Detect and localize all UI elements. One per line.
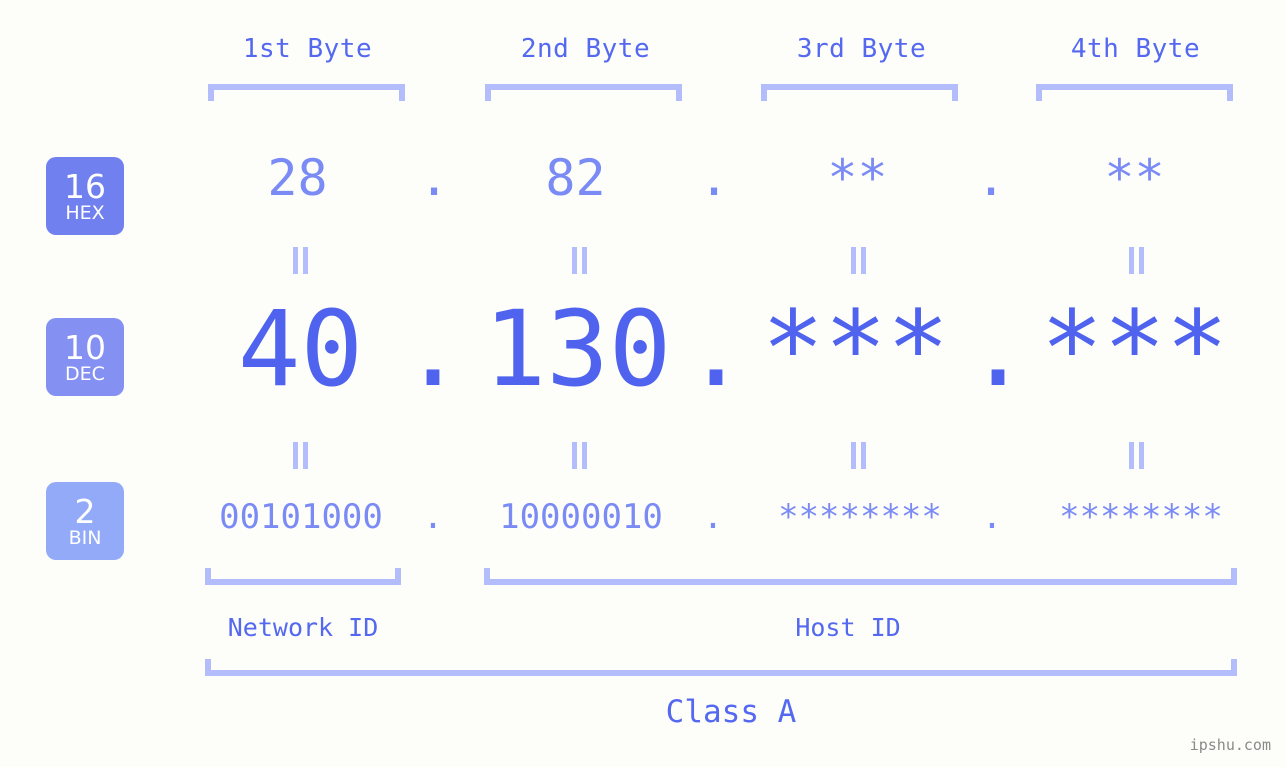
byte-header-1: 1st Byte (242, 34, 373, 64)
base-badge-hex-number: 16 (64, 166, 106, 206)
dec-octet-1: 40 (237, 288, 364, 410)
class-bracket (205, 659, 1237, 676)
bin-octet-1: 00101000 (219, 497, 383, 537)
hex-separator-2: . (698, 149, 730, 207)
hex-octet-2: 82 (545, 149, 606, 207)
watermark: ipshu.com (1189, 736, 1271, 754)
equals-icon-dec-bin-2 (571, 442, 589, 469)
base-badge-dec-number: 10 (64, 327, 106, 367)
byte-bracket-4 (1036, 84, 1233, 101)
dec-octet-3: *** (761, 288, 950, 410)
base-badge-bin[interactable]: 2 BIN (46, 482, 124, 560)
equals-icon-hex-dec-4 (1128, 247, 1146, 274)
host-id-label: Host ID (795, 613, 901, 642)
byte-header-4: 4th Byte (1070, 34, 1201, 64)
base-badge-bin-label: BIN (68, 526, 102, 549)
base-badge-dec[interactable]: 10 DEC (46, 318, 124, 396)
bin-separator-1: . (422, 497, 444, 537)
equals-icon-hex-dec-3 (850, 247, 868, 274)
equals-icon-dec-bin-3 (850, 442, 868, 469)
class-label: Class A (665, 694, 797, 730)
base-badge-bin-number: 2 (74, 491, 96, 531)
dec-octet-2: 130 (483, 288, 672, 410)
hex-octet-4: ** (1104, 149, 1165, 207)
equals-icon-dec-bin-1 (292, 442, 310, 469)
bin-separator-3: . (981, 497, 1003, 537)
equals-icon-hex-dec-1 (292, 247, 310, 274)
bin-separator-2: . (702, 497, 724, 537)
hex-separator-3: . (975, 149, 1007, 207)
base-badge-hex[interactable]: 16 HEX (46, 157, 124, 235)
hex-octet-1: 28 (267, 149, 328, 207)
byte-header-2: 2nd Byte (520, 34, 651, 64)
byte-bracket-3 (761, 84, 958, 101)
bin-octet-4: ******** (1059, 497, 1223, 537)
equals-icon-hex-dec-2 (571, 247, 589, 274)
hex-separator-1: . (418, 149, 450, 207)
bin-octet-3: ******** (778, 497, 942, 537)
dec-octet-4: *** (1040, 288, 1229, 410)
ip-address-breakdown-diagram: 1st Byte 2nd Byte 3rd Byte 4th Byte 16 H… (0, 0, 1285, 767)
bin-octet-2: 10000010 (499, 497, 663, 537)
host-id-bracket (484, 568, 1237, 585)
byte-bracket-2 (485, 84, 682, 101)
hex-octet-3: ** (827, 149, 888, 207)
base-badge-dec-label: DEC (65, 362, 105, 385)
base-badge-hex-label: HEX (65, 201, 105, 224)
byte-header-3: 3rd Byte (796, 34, 927, 64)
equals-icon-dec-bin-4 (1128, 442, 1146, 469)
network-id-bracket (205, 568, 401, 585)
network-id-label: Network ID (227, 613, 379, 642)
byte-bracket-1 (208, 84, 405, 101)
